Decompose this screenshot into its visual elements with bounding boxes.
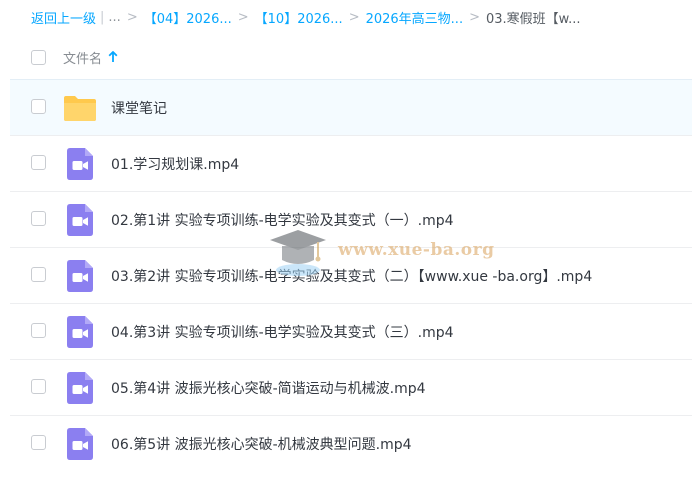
row-checkbox[interactable] <box>31 211 46 226</box>
column-header-filename[interactable]: 文件名 <box>63 48 118 67</box>
column-header-label: 文件名 <box>63 51 103 67</box>
breadcrumb-separator: > <box>469 9 480 25</box>
file-name[interactable]: 课堂笔记 <box>111 98 167 118</box>
video-file-icon <box>63 259 97 293</box>
file-name[interactable]: 03.第2讲 实验专项训练-电学实验及其变式（二）【www.xue -ba.or… <box>111 266 592 286</box>
file-row-video[interactable]: 03.第2讲 实验专项训练-电学实验及其变式（二）【www.xue -ba.or… <box>10 247 692 303</box>
breadcrumb-separator: > <box>237 9 249 25</box>
file-list-header: 文件名 <box>10 35 692 79</box>
breadcrumb-separator: > <box>126 9 138 25</box>
video-file-icon <box>63 371 97 405</box>
video-file-icon <box>63 147 97 181</box>
breadcrumb-item-2[interactable]: 【10】2026... <box>255 8 343 27</box>
file-name[interactable]: 02.第1讲 实验专项训练-电学实验及其变式（一）.mp4 <box>111 210 454 230</box>
breadcrumb-separator: > <box>348 9 360 25</box>
breadcrumb-item-3[interactable]: 2026年高三物... <box>366 8 463 27</box>
video-file-icon <box>63 203 97 237</box>
breadcrumb-ellipsis[interactable]: ... <box>108 10 120 25</box>
file-row-video[interactable]: 04.第3讲 实验专项训练-电学实验及其变式（三）.mp4 <box>10 303 692 359</box>
video-file-icon <box>63 315 97 349</box>
breadcrumb-divider: | <box>100 9 105 25</box>
file-row-video[interactable]: 05.第4讲 波振光核心突破-简谐运动与机械波.mp4 <box>10 359 692 415</box>
breadcrumb: 返回上一级 | ... > 【04】2026... > 【10】2026... … <box>0 0 692 34</box>
back-link[interactable]: 返回上一级 <box>31 8 96 27</box>
row-checkbox[interactable] <box>31 323 46 338</box>
row-checkbox[interactable] <box>31 379 46 394</box>
row-checkbox[interactable] <box>31 155 46 170</box>
file-name[interactable]: 04.第3讲 实验专项训练-电学实验及其变式（三）.mp4 <box>111 322 454 342</box>
video-file-icon <box>63 427 97 461</box>
file-row-video[interactable]: 01.学习规划课.mp4 <box>10 135 692 191</box>
breadcrumb-current: 03.寒假班【w... <box>485 11 581 27</box>
file-list: 课堂笔记 01.学习规划课.mp4 02.第1讲 实验专项训练-电学实验及其变式… <box>10 79 692 471</box>
select-all-checkbox[interactable] <box>31 49 46 65</box>
file-name[interactable]: 05.第4讲 波振光核心突破-简谐运动与机械波.mp4 <box>111 378 426 398</box>
folder-icon <box>63 91 97 125</box>
sort-ascending-icon[interactable] <box>108 51 118 63</box>
file-row-video[interactable]: 06.第5讲 波振光核心突破-机械波典型问题.mp4 <box>10 415 692 471</box>
row-checkbox[interactable] <box>31 435 46 450</box>
file-row-video[interactable]: 02.第1讲 实验专项训练-电学实验及其变式（一）.mp4 <box>10 191 692 247</box>
file-name[interactable]: 06.第5讲 波振光核心突破-机械波典型问题.mp4 <box>111 434 412 454</box>
file-row-folder[interactable]: 课堂笔记 <box>10 79 692 135</box>
breadcrumb-item-1[interactable]: 【04】2026... <box>144 8 232 27</box>
row-checkbox[interactable] <box>31 267 46 282</box>
row-checkbox[interactable] <box>31 99 46 114</box>
file-name[interactable]: 01.学习规划课.mp4 <box>111 154 239 174</box>
